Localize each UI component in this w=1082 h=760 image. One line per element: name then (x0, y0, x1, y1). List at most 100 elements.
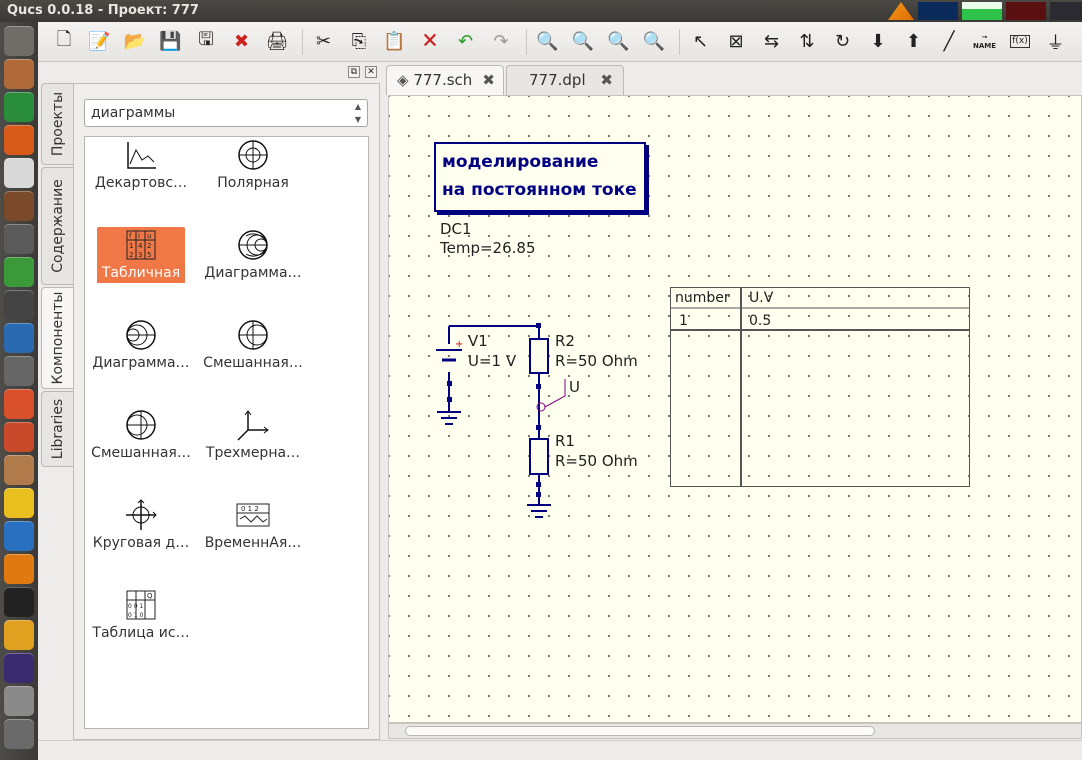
eclipse-icon[interactable] (4, 653, 34, 683)
tab-777-sch[interactable]: ◈ 777.sch ✖ (386, 65, 504, 95)
category-combobox[interactable]: диаграммы ▲ ▼ (84, 99, 368, 127)
v1-name[interactable]: V1 (468, 332, 488, 350)
horizontal-scrollbar[interactable] (388, 723, 1082, 739)
qucs-icon[interactable] (4, 620, 34, 650)
v1-value[interactable]: U=1 V (468, 352, 516, 370)
tab-libraries[interactable]: Libraries (41, 391, 73, 467)
r2-resistor-symbol[interactable] (529, 338, 549, 374)
disk-icon[interactable] (4, 455, 34, 485)
firefox-icon[interactable] (4, 125, 34, 155)
settings-icon[interactable] (4, 422, 34, 452)
new-text-icon[interactable]: 📝 (84, 26, 116, 58)
close-tab-icon[interactable]: ✖ (482, 66, 495, 94)
tab-777-dpl[interactable]: 777.dpl ✖ (506, 65, 624, 95)
schematic-title-box[interactable]: моделирование на постоянном токе (434, 142, 646, 212)
tab-projects[interactable]: Проекты (41, 83, 73, 165)
r2-value[interactable]: R=50 Ohm (555, 352, 638, 370)
qbittorrent-icon[interactable] (4, 521, 34, 551)
node-label-u[interactable]: U (569, 378, 580, 396)
cut-icon[interactable]: ✂ (308, 26, 340, 58)
document-icon[interactable] (4, 158, 34, 188)
wire-icon[interactable]: ╱ (933, 26, 965, 58)
r1-name[interactable]: R1 (555, 432, 575, 450)
network-icon[interactable] (4, 323, 34, 353)
spreadsheet-icon[interactable] (4, 257, 34, 287)
undo-icon[interactable]: ↶ (450, 26, 482, 58)
delete-icon[interactable]: 🗙 (414, 26, 446, 58)
save-icon[interactable]: 💾 (155, 26, 187, 58)
component-item[interactable]: Полярная (197, 137, 309, 209)
trash-icon[interactable] (4, 719, 34, 749)
printer-icon[interactable] (4, 290, 34, 320)
schematic-canvas[interactable]: + моделирование на постоянном токе DC1 T… (388, 95, 1082, 723)
print-icon[interactable]: 🖨 (261, 26, 293, 58)
zoom-in-icon[interactable]: 🔍 (603, 26, 635, 58)
svg-text:1: 1 (129, 242, 133, 250)
combo-arrow-icon: ▲ ▼ (354, 102, 361, 124)
component-item[interactable]: Диаграмма… (197, 227, 309, 299)
load-monitor-icon[interactable] (1050, 2, 1082, 20)
component-item[interactable]: Смешанная… (197, 317, 309, 389)
redo-icon[interactable]: ↷ (485, 26, 517, 58)
dock-float-button[interactable]: ⧉ (348, 66, 360, 78)
tabular-diagram[interactable]: number U.V 1 0.5 (670, 287, 970, 487)
dash-icon[interactable] (4, 26, 34, 56)
save-all-icon[interactable]: 🖫 (190, 26, 222, 58)
pen-icon[interactable] (4, 191, 34, 221)
dc-sim-temp[interactable]: Temp=26.85 (440, 239, 536, 257)
vlc-icon[interactable] (4, 554, 34, 584)
wire-label-icon[interactable]: ⊸ NAME (969, 26, 1001, 58)
tab-contents[interactable]: Содержание (41, 167, 73, 285)
dock-close-button[interactable]: ✕ (365, 66, 377, 78)
wire-top[interactable] (449, 325, 540, 339)
component-item[interactable]: Трехмерна… (197, 407, 309, 479)
node-label-marker[interactable] (536, 379, 566, 412)
cpu-monitor-icon[interactable] (918, 2, 958, 20)
paste-icon[interactable]: 📋 (379, 26, 411, 58)
software-center-icon[interactable] (4, 389, 34, 419)
edit-activate-icon[interactable]: ⊠ (720, 26, 752, 58)
new-file-icon[interactable]: 🗋 (48, 26, 80, 58)
mirror-x-icon[interactable]: ⇆ (756, 26, 788, 58)
files-icon[interactable] (4, 59, 34, 89)
panel-splitter[interactable] (380, 83, 386, 740)
update-icon[interactable] (4, 356, 34, 386)
mirror-y-icon[interactable]: ⇅ (791, 26, 823, 58)
svg-text:0 1 2: 0 1 2 (241, 505, 259, 513)
rotate-icon[interactable]: ↻ (827, 26, 859, 58)
component-item[interactable]: Смешанная… (85, 407, 197, 479)
view-all-icon[interactable]: 🔍 (532, 26, 564, 58)
music-icon[interactable] (4, 488, 34, 518)
enter-subcircuit-icon[interactable]: ⬇ (862, 26, 894, 58)
tools-icon[interactable] (4, 224, 34, 254)
tab-components[interactable]: Компоненты (41, 287, 73, 389)
zoom-out-icon[interactable]: 🔍 (638, 26, 670, 58)
component-item[interactable]: Диаграмма… (85, 317, 197, 389)
terminal-icon[interactable] (4, 587, 34, 617)
component-item[interactable]: Декартовс… (85, 137, 197, 209)
chrome-icon[interactable] (4, 92, 34, 122)
leave-subcircuit-icon[interactable]: ⬆ (898, 26, 930, 58)
close-doc-icon[interactable]: ✖ (226, 26, 258, 58)
component-item[interactable]: 0 1 2 ВременнАя… (197, 497, 309, 569)
vlc-tray-icon[interactable] (888, 2, 914, 20)
copy-icon[interactable]: ⎘ (343, 26, 375, 58)
component-item[interactable]: f i u 1 4 2 2 3 5 Табличная (85, 227, 197, 299)
equation-icon[interactable]: f(x) (1004, 26, 1036, 58)
network-monitor-icon[interactable] (1006, 2, 1046, 20)
r1-resistor-symbol[interactable] (529, 438, 549, 475)
r2-name[interactable]: R2 (555, 332, 575, 350)
dc-sim-name[interactable]: DC1 (440, 220, 472, 238)
close-tab-icon[interactable]: ✖ (600, 66, 613, 94)
truth-table-icon: Q 0 0 1 0 1 0 (123, 587, 159, 623)
component-item[interactable]: Q 0 0 1 0 1 0 Таблица ис… (85, 587, 197, 659)
open-icon[interactable]: 📂 (119, 26, 151, 58)
drive-icon[interactable] (4, 686, 34, 716)
r1-value[interactable]: R=50 Ohm (555, 452, 638, 470)
select-icon[interactable]: ↖ (685, 26, 717, 58)
scrollbar-thumb[interactable] (405, 726, 875, 736)
ground-icon[interactable]: ⏚ (1040, 26, 1072, 58)
component-item[interactable]: Круговая д… (85, 497, 197, 569)
view-one-icon[interactable]: 🔍 (567, 26, 599, 58)
memory-monitor-icon[interactable] (962, 2, 1002, 20)
